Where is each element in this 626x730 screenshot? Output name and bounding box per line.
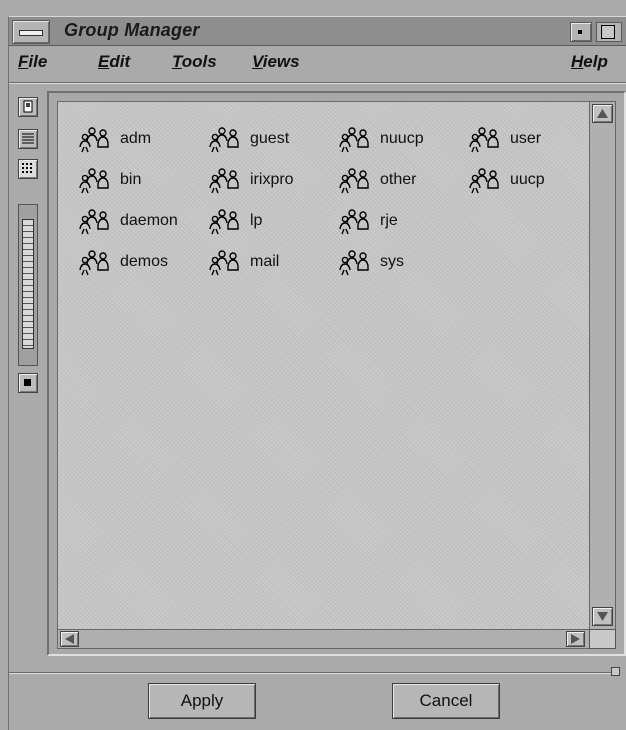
group-item-adm[interactable]: adm	[68, 118, 198, 159]
group-label: bin	[120, 170, 142, 188]
groups-panel: adm guest nuucp user bin irixpro other u…	[47, 91, 626, 656]
zoom-slider-thumb[interactable]	[22, 219, 34, 349]
group-people-icon	[209, 167, 239, 194]
grid-view-icon	[22, 163, 32, 173]
group-people-icon	[79, 126, 109, 153]
group-item-sys[interactable]: sys	[328, 241, 458, 282]
arrow-right-icon	[571, 634, 580, 644]
maximize-button[interactable]	[596, 22, 622, 42]
view-shelf-icon	[23, 100, 33, 113]
group-label: mail	[250, 252, 280, 270]
group-label: demos	[120, 252, 169, 270]
group-item-uucp[interactable]: uucp	[458, 159, 588, 200]
window-menu-icon	[19, 30, 43, 36]
groups-view[interactable]: adm guest nuucp user bin irixpro other u…	[57, 101, 590, 630]
group-label: daemon	[120, 211, 178, 229]
group-label: lp	[250, 211, 263, 229]
group-label: nuucp	[380, 129, 424, 147]
group-people-icon	[469, 167, 499, 194]
group-item-irixpro[interactable]: irixpro	[198, 159, 328, 200]
zoom-reset-icon	[24, 379, 31, 386]
group-label: guest	[250, 129, 290, 147]
pane-sash[interactable]	[611, 667, 620, 676]
group-people-icon	[209, 208, 239, 235]
vertical-scrollbar[interactable]	[589, 101, 616, 630]
group-people-icon	[79, 208, 109, 235]
horizontal-scrollbar[interactable]	[57, 629, 590, 649]
window-title: Group Manager	[64, 20, 200, 40]
group-item-lp[interactable]: lp	[198, 200, 328, 241]
zoom-slider[interactable]	[18, 204, 38, 366]
zoom-reset-button[interactable]	[18, 373, 38, 393]
groups-grid: adm guest nuucp user bin irixpro other u…	[68, 118, 588, 282]
group-people-icon	[339, 167, 369, 194]
menu-file[interactable]: File	[18, 52, 47, 72]
group-item-demos[interactable]: demos	[68, 241, 198, 282]
group-label: rje	[380, 211, 398, 229]
group-people-icon	[79, 249, 109, 276]
menu-views[interactable]: Views	[252, 52, 300, 72]
group-people-icon	[209, 126, 239, 153]
group-item-rje[interactable]: rje	[328, 200, 458, 241]
group-item-daemon[interactable]: daemon	[68, 200, 198, 241]
group-people-icon	[79, 167, 109, 194]
arrow-up-icon	[597, 109, 608, 118]
scroll-up-button[interactable]	[592, 104, 613, 123]
scroll-right-button[interactable]	[566, 631, 585, 647]
menu-edit[interactable]: Edit	[98, 52, 130, 72]
list-view-icon	[22, 133, 34, 144]
group-label: irixpro	[250, 170, 294, 188]
list-view-button[interactable]	[18, 129, 38, 149]
group-label: uucp	[510, 170, 545, 188]
grid-view-button[interactable]	[18, 159, 38, 179]
group-label: user	[510, 129, 542, 147]
scroll-left-button[interactable]	[60, 631, 79, 647]
group-item-other[interactable]: other	[328, 159, 458, 200]
view-shelf-button[interactable]	[18, 97, 38, 117]
group-people-icon	[209, 249, 239, 276]
arrow-down-icon	[597, 612, 608, 621]
group-item-mail[interactable]: mail	[198, 241, 328, 282]
group-label: other	[380, 170, 417, 188]
group-item-bin[interactable]: bin	[68, 159, 198, 200]
scroll-down-button[interactable]	[592, 607, 613, 626]
group-label: adm	[120, 129, 152, 147]
group-label: sys	[380, 252, 404, 270]
scrollbar-corner	[589, 629, 616, 649]
group-people-icon	[339, 126, 369, 153]
apply-button[interactable]: Apply	[148, 683, 256, 719]
minimize-icon	[578, 30, 582, 34]
title-bar[interactable]: Group Manager	[9, 17, 626, 46]
menu-tools[interactable]: Tools	[172, 52, 217, 72]
group-manager-window: Group Manager File Edit Tools Views Help	[8, 16, 626, 730]
group-item-user[interactable]: user	[458, 118, 588, 159]
maximize-icon	[601, 25, 615, 39]
group-people-icon	[339, 208, 369, 235]
cancel-button[interactable]: Cancel	[392, 683, 500, 719]
window-menu-button[interactable]	[12, 20, 50, 44]
group-people-icon	[339, 249, 369, 276]
group-item-nuucp[interactable]: nuucp	[328, 118, 458, 159]
menu-help[interactable]: Help	[571, 52, 608, 72]
group-item-guest[interactable]: guest	[198, 118, 328, 159]
group-people-icon	[469, 126, 499, 153]
minimize-button[interactable]	[570, 22, 592, 42]
arrow-left-icon	[65, 634, 74, 644]
separator	[9, 672, 613, 674]
menu-bar: File Edit Tools Views Help	[9, 46, 626, 83]
